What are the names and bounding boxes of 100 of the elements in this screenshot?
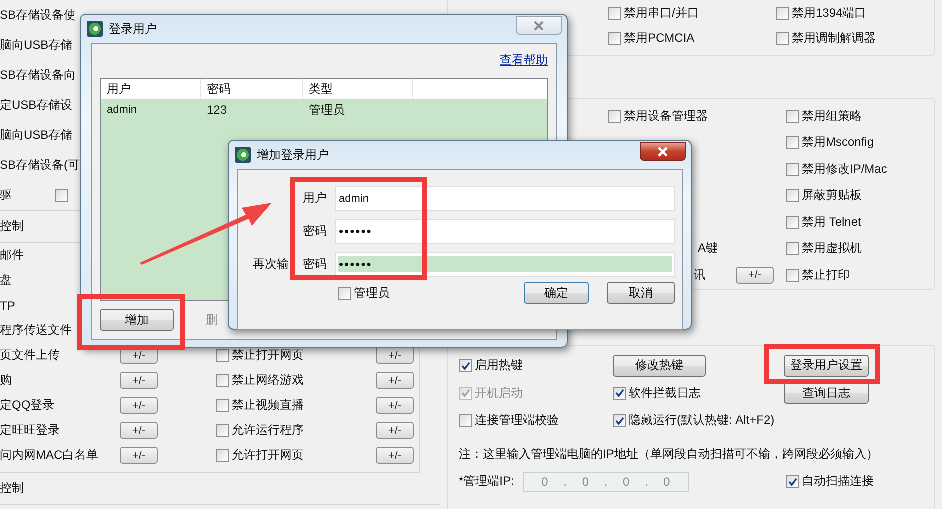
ok-button[interactable]: 确定: [524, 282, 589, 304]
edit-button[interactable]: +/-: [376, 422, 414, 439]
checkbox[interactable]: [216, 449, 229, 462]
checkbox-label: 禁止打印: [802, 266, 850, 284]
checkbox[interactable]: [459, 414, 472, 428]
edit-button[interactable]: +/-: [120, 372, 158, 389]
option-label: 定USB存储设: [0, 96, 73, 114]
checkbox-label: 隐藏运行(默认热键: Alt+F2): [629, 412, 775, 430]
column-header[interactable]: 密码: [201, 79, 303, 99]
checkbox[interactable]: [776, 7, 789, 20]
add-button[interactable]: 增加: [100, 309, 174, 331]
rule-label: 盘: [0, 272, 13, 289]
edit-button[interactable]: +/-: [376, 372, 414, 389]
checkbox[interactable]: [786, 136, 799, 150]
checkbox[interactable]: [216, 424, 229, 437]
section-title: 控制: [0, 480, 24, 497]
checkbox-label: 管理员: [354, 284, 390, 302]
checkbox[interactable]: [786, 475, 799, 488]
checkbox[interactable]: [338, 286, 351, 300]
checkbox[interactable]: [786, 162, 799, 176]
modify-hotkey-button[interactable]: 修改热键: [613, 354, 706, 377]
checkbox-label: 禁用串口/并口: [624, 5, 700, 22]
edit-button[interactable]: +/-: [120, 447, 158, 464]
edit-button[interactable]: +/-: [376, 347, 414, 364]
help-link[interactable]: 查看帮助: [500, 52, 548, 68]
login-users-button[interactable]: 登录用户设置: [784, 354, 869, 377]
table-cell-text: admin: [106, 103, 138, 118]
checkbox-label: A键: [698, 240, 718, 258]
option-label: 脑向USB存储: [0, 126, 73, 144]
field-label: *管理端IP:: [459, 473, 516, 490]
option-label: SB存储设备(可: [0, 156, 80, 174]
close-icon: [533, 20, 545, 30]
checkbox[interactable]: [786, 189, 799, 202]
checkbox[interactable]: [608, 7, 621, 20]
edit-button[interactable]: +/-: [120, 422, 158, 439]
edit-button[interactable]: +/-: [736, 266, 774, 284]
rule-label: 购: [0, 372, 13, 389]
input-field[interactable]: admin: [335, 186, 675, 211]
option-label: 驱: [0, 186, 13, 204]
section-title: 控制: [0, 218, 24, 235]
checkbox[interactable]: [786, 110, 799, 123]
table-cell-text: 123: [206, 102, 228, 119]
checkbox-label: 启用热键: [475, 357, 523, 374]
edit-button[interactable]: +/-: [376, 447, 414, 464]
rule-label: 页文件上传: [0, 347, 61, 364]
rule-label: 定旺旺登录: [0, 422, 61, 439]
checkbox-label: 禁用调制解调器: [792, 30, 876, 47]
checkbox[interactable]: [776, 32, 789, 45]
app-icon: [87, 21, 103, 37]
cancel-button[interactable]: 取消: [606, 282, 675, 304]
field-label: 密码: [303, 223, 327, 240]
rule-label: TP: [0, 298, 16, 312]
table-cell-text: 管理员: [308, 102, 346, 118]
checkbox-label: 自动扫描连接: [802, 473, 874, 490]
query-log-button[interactable]: 查询日志: [784, 382, 869, 404]
checkbox-label: 禁用虚拟机: [802, 240, 862, 258]
checkbox[interactable]: [786, 242, 799, 256]
edit-button[interactable]: +/-: [120, 397, 158, 414]
rule-label: 程序传送文件: [0, 322, 73, 339]
input-field[interactable]: ••••••: [335, 219, 675, 244]
note-text: 注：这里输入管理端电脑的IP地址（单网段自动扫描可不输，跨网段必须输入）: [459, 446, 878, 463]
checkbox[interactable]: [613, 414, 626, 428]
field-label: 密码: [303, 256, 327, 273]
column-header[interactable]: 类型: [303, 79, 413, 99]
column-header[interactable]: 用户: [101, 79, 201, 99]
app-icon: [235, 147, 251, 163]
rule-label: 邮件: [0, 247, 25, 264]
checkbox-label: 禁止视频直播: [232, 397, 305, 414]
window-title: 增加登录用户: [257, 146, 329, 164]
checkbox-label: 开机启动: [475, 384, 523, 402]
close-icon: [657, 146, 669, 156]
checkbox-label: 禁止打开网页: [232, 347, 305, 364]
checkbox[interactable]: [786, 216, 799, 229]
checkbox[interactable]: [216, 399, 229, 412]
window-title: 登录用户: [109, 20, 157, 38]
checkbox[interactable]: [459, 359, 472, 372]
checkbox-label: 允许运行程序: [232, 422, 305, 439]
checkbox-label: 讯: [694, 266, 707, 284]
checkbox[interactable]: [216, 374, 229, 387]
checkbox-label: 软件拦截日志: [629, 384, 701, 402]
checkbox-label: 允许打开网页: [232, 447, 305, 464]
checkbox[interactable]: [608, 110, 621, 123]
rule-label: 定QQ登录: [0, 397, 56, 414]
checkbox[interactable]: [216, 349, 229, 362]
close-button[interactable]: [640, 142, 686, 161]
option-label: SB存储设备向: [0, 66, 76, 84]
input-field[interactable]: ••••••: [335, 252, 675, 277]
checkbox-label: 禁用 Telnet: [802, 214, 862, 231]
checkbox[interactable]: [613, 386, 626, 400]
checkbox-label: 禁用设备管理器: [624, 108, 708, 125]
field-label: 再次输: [253, 256, 289, 273]
checkbox[interactable]: [608, 32, 621, 45]
checkbox-label: 禁用PCMCIA: [624, 30, 695, 47]
edit-button[interactable]: +/-: [376, 397, 414, 414]
checkbox-label: 禁用1394端口: [792, 5, 867, 22]
checkbox[interactable]: [55, 188, 68, 202]
option-label: SB存储设备使: [0, 6, 76, 24]
checkbox-label: 禁用组策略: [802, 108, 862, 125]
option-label: 脑向USB存储: [0, 36, 73, 54]
checkbox[interactable]: [786, 268, 799, 282]
